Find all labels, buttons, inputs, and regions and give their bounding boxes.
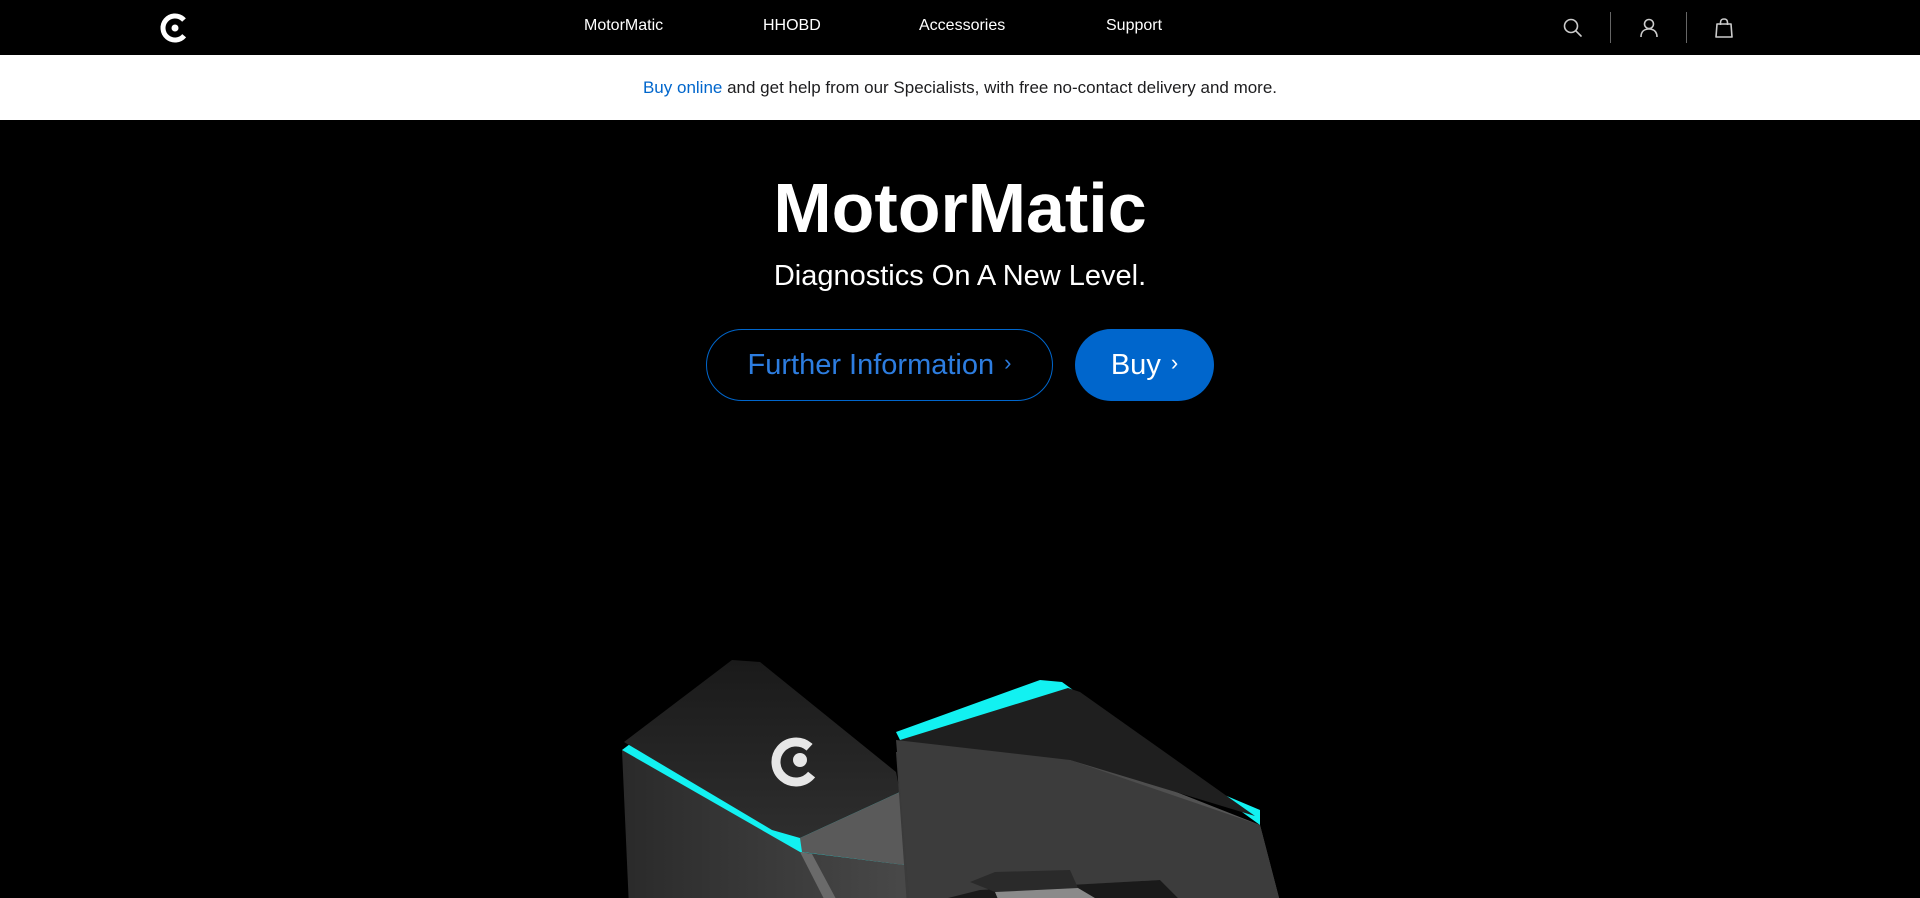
nav-link-accessories[interactable]: Accessories bbox=[919, 17, 1005, 35]
promo-banner-text: and get help from our Specialists, with … bbox=[722, 78, 1278, 97]
top-navigation-bar: MotorMatic HHOBD Accessories Support bbox=[0, 0, 1920, 55]
nav-link-support[interactable]: Support bbox=[1106, 17, 1162, 35]
nav-link-motormatic[interactable]: MotorMatic bbox=[584, 17, 663, 35]
nav-link-hhobd[interactable]: HHOBD bbox=[763, 17, 821, 35]
further-information-label: Further Information bbox=[747, 348, 995, 381]
chevron-right-icon: › bbox=[1170, 350, 1179, 375]
buy-button[interactable]: Buy › bbox=[1075, 329, 1214, 401]
search-icon[interactable] bbox=[1561, 16, 1585, 40]
hero-title: MotorMatic bbox=[773, 169, 1147, 247]
obd-device-product-image bbox=[622, 660, 1280, 898]
buy-label: Buy bbox=[1110, 348, 1161, 381]
nav-divider bbox=[1686, 12, 1687, 43]
nav-links: MotorMatic HHOBD Accessories Support bbox=[0, 0, 1920, 55]
chevron-right-icon: › bbox=[1004, 350, 1012, 375]
hero-section: MotorMatic Diagnostics On A New Level. F… bbox=[0, 120, 1920, 898]
bag-icon[interactable] bbox=[1712, 16, 1736, 40]
buy-online-link[interactable]: Buy online bbox=[643, 78, 722, 97]
nav-divider bbox=[1610, 12, 1611, 43]
hero-subtitle: Diagnostics On A New Level. bbox=[773, 260, 1147, 292]
account-icon[interactable] bbox=[1637, 16, 1661, 40]
promo-banner: Buy online and get help from our Special… bbox=[0, 55, 1920, 120]
further-information-button[interactable]: Further Information › bbox=[706, 329, 1053, 401]
